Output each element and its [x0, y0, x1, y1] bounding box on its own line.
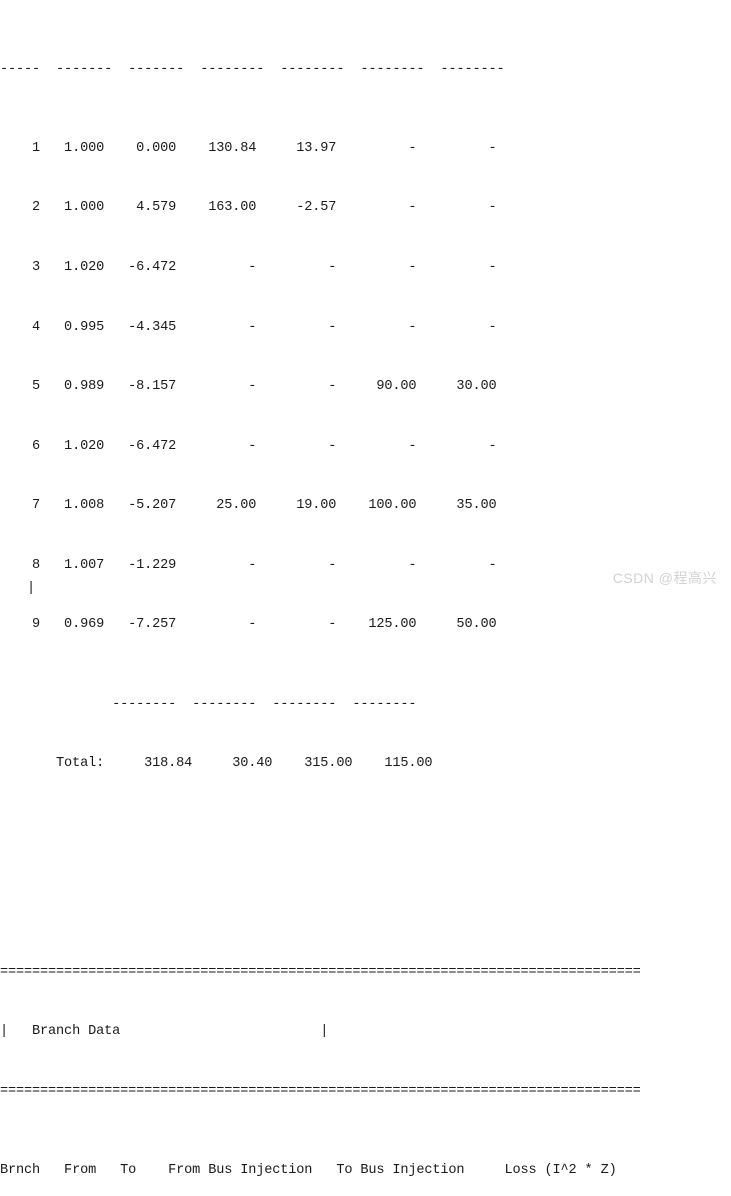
bus-row-6: 6 1.020 -6.472 - - - -: [0, 437, 731, 457]
bus-row-text: 6 1.020 -6.472 - - - -: [0, 438, 497, 454]
bus-row-1: 1 1.000 0.000 130.84 13.97 - -: [0, 139, 731, 159]
bus-row-3: 3 1.020 -6.472 - - - -: [0, 258, 731, 278]
branch-banner-title-row: | Branch Data |: [0, 1022, 731, 1042]
bus-row-text: 9 0.969 -7.257 - - 125.00 50.00: [0, 617, 497, 633]
bus-total-row: Total: 318.84 30.40 315.00 115.00: [0, 754, 731, 774]
branch-header-line-1: Brnch From To From Bus Injection To Bus …: [0, 1162, 617, 1178]
bus-table-top-rule: ----- ------- ------- -------- -------- …: [0, 61, 505, 77]
bus-row-text: 8 1.007 -1.229 - - - -: [0, 557, 497, 573]
terminal-output: ----- ------- ------- -------- -------- …: [0, 0, 731, 1178]
bus-row-text: 7 1.008 -5.207 25.00 19.00 100.00 35.00: [0, 498, 497, 514]
bus-total-rule: -------- -------- -------- --------: [0, 696, 417, 712]
bus-row-9: 9 0.969 -7.257 - - 125.00 50.00: [0, 615, 731, 635]
bus-row-5: 5 0.989 -8.157 - - 90.00 30.00: [0, 377, 731, 397]
terminal-cursor: |: [27, 581, 36, 596]
branch-banner-title-text: | Branch Data |: [0, 1024, 329, 1040]
bus-row-text: 1 1.000 0.000 130.84 13.97 - -: [0, 140, 497, 156]
bus-row-text: 4 0.995 -4.345 - - - -: [0, 319, 497, 335]
bus-row-4: 4 0.995 -4.345 - - - -: [0, 318, 731, 338]
csdn-watermark: CSDN @程高兴: [612, 570, 717, 586]
bus-row-text: 3 1.020 -6.472 - - - -: [0, 259, 497, 275]
bus-row-text: 5 0.989 -8.157 - - 90.00 30.00: [0, 379, 497, 395]
bus-row-2: 2 1.000 4.579 163.00 -2.57 - -: [0, 198, 731, 218]
bus-row-7: 7 1.008 -5.207 25.00 19.00 100.00 35.00: [0, 496, 731, 516]
bus-total-text: Total: 318.84 30.40 315.00 115.00: [0, 756, 433, 772]
branch-banner-bottom-rule: ========================================…: [0, 1083, 641, 1099]
branch-banner-top-rule: ========================================…: [0, 964, 641, 980]
bus-row-text: 2 1.000 4.579 163.00 -2.57 - -: [0, 200, 497, 216]
